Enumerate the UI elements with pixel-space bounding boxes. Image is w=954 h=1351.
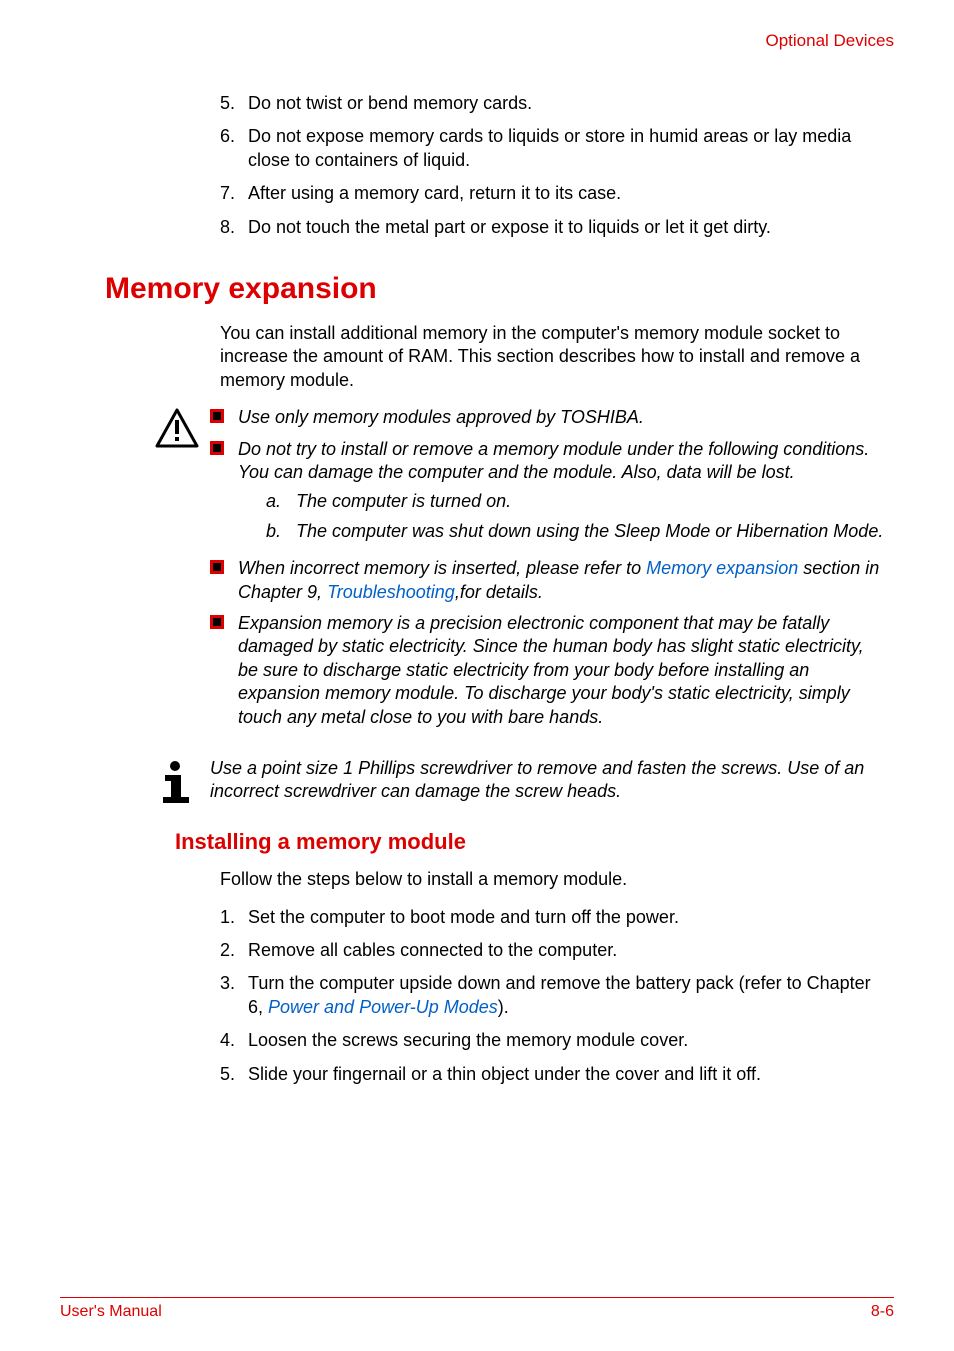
bullet-item: Do not try to install or remove a memory… xyxy=(210,438,884,550)
bullet-text: Use only memory modules approved by TOSH… xyxy=(238,406,884,429)
list-item: 3. Turn the computer upside down and rem… xyxy=(220,972,884,1019)
bullet-text: When incorrect memory is inserted, pleas… xyxy=(238,557,884,604)
list-item: 2. Remove all cables connected to the co… xyxy=(220,939,884,962)
warning-callout: Use only memory modules approved by TOSH… xyxy=(155,406,884,737)
item-number: 2. xyxy=(220,939,248,962)
footer-right: 8-6 xyxy=(871,1302,894,1323)
warning-icon xyxy=(155,406,210,737)
list-item: 5. Slide your fingernail or a thin objec… xyxy=(220,1063,884,1086)
top-numbered-list: 5. Do not twist or bend memory cards. 6.… xyxy=(220,92,884,239)
bullet-square-icon xyxy=(210,612,238,729)
heading-installing-memory-module: Installing a memory module xyxy=(175,828,894,857)
item-number: 5. xyxy=(220,1063,248,1086)
item-text: Do not expose memory cards to liquids or… xyxy=(248,125,884,172)
item-number: 4. xyxy=(220,1029,248,1052)
item-text: Slide your fingernail or a thin object u… xyxy=(248,1063,884,1086)
item-number: 3. xyxy=(220,972,248,1019)
bullet-square-icon xyxy=(210,557,238,604)
sub-item: b. The computer was shut down using the … xyxy=(266,520,884,543)
text-fragment: ). xyxy=(498,997,509,1017)
text-fragment: When incorrect memory is inserted, pleas… xyxy=(238,558,646,578)
item-text: After using a memory card, return it to … xyxy=(248,182,884,205)
sub-label: a. xyxy=(266,490,296,513)
list-item: 6. Do not expose memory cards to liquids… xyxy=(220,125,884,172)
bullet-text: Expansion memory is a precision electron… xyxy=(238,612,884,729)
item-text: Set the computer to boot mode and turn o… xyxy=(248,906,884,929)
intro-paragraph: You can install additional memory in the… xyxy=(220,322,884,392)
item-text: Turn the computer upside down and remove… xyxy=(248,972,884,1019)
item-text: Loosen the screws securing the memory mo… xyxy=(248,1029,884,1052)
list-item: 1. Set the computer to boot mode and tur… xyxy=(220,906,884,929)
heading-memory-expansion: Memory expansion xyxy=(105,269,894,308)
sub-text: The computer is turned on. xyxy=(296,490,884,513)
info-icon xyxy=(155,757,210,804)
item-text: Do not twist or bend memory cards. xyxy=(248,92,884,115)
list-item: 5. Do not twist or bend memory cards. xyxy=(220,92,884,115)
link-troubleshooting[interactable]: Troubleshooting xyxy=(327,582,455,602)
link-memory-expansion[interactable]: Memory expansion xyxy=(646,558,798,578)
info-callout: Use a point size 1 Phillips screwdriver … xyxy=(155,757,884,804)
page-footer: User's Manual 8-6 xyxy=(60,1297,894,1323)
bullet-item: Expansion memory is a precision electron… xyxy=(210,612,884,729)
sub-text: The computer was shut down using the Sle… xyxy=(296,520,884,543)
footer-left: User's Manual xyxy=(60,1302,162,1323)
bullet-text: Do not try to install or remove a memory… xyxy=(238,438,884,550)
bullet-square-icon xyxy=(210,406,238,429)
bullet-text-span: Do not try to install or remove a memory… xyxy=(238,439,869,482)
warning-content: Use only memory modules approved by TOSH… xyxy=(210,406,884,737)
item-number: 8. xyxy=(220,216,248,239)
item-number: 1. xyxy=(220,906,248,929)
link-power-modes[interactable]: Power and Power-Up Modes xyxy=(268,997,498,1017)
bullet-item: When incorrect memory is inserted, pleas… xyxy=(210,557,884,604)
install-steps-list: 1. Set the computer to boot mode and tur… xyxy=(220,906,884,1086)
info-content: Use a point size 1 Phillips screwdriver … xyxy=(210,757,884,804)
item-number: 7. xyxy=(220,182,248,205)
item-number: 6. xyxy=(220,125,248,172)
list-item: 4. Loosen the screws securing the memory… xyxy=(220,1029,884,1052)
bullet-square-icon xyxy=(210,438,238,550)
item-number: 5. xyxy=(220,92,248,115)
install-intro: Follow the steps below to install a memo… xyxy=(220,868,884,891)
item-text: Do not touch the metal part or expose it… xyxy=(248,216,884,239)
text-fragment: ,for details. xyxy=(455,582,543,602)
list-item: 8. Do not touch the metal part or expose… xyxy=(220,216,884,239)
sub-list: a. The computer is turned on. b. The com… xyxy=(266,490,884,543)
sub-label: b. xyxy=(266,520,296,543)
bullet-item: Use only memory modules approved by TOSH… xyxy=(210,406,884,429)
list-item: 7. After using a memory card, return it … xyxy=(220,182,884,205)
item-text: Remove all cables connected to the compu… xyxy=(248,939,884,962)
sub-item: a. The computer is turned on. xyxy=(266,490,884,513)
header-section: Optional Devices xyxy=(60,30,894,52)
